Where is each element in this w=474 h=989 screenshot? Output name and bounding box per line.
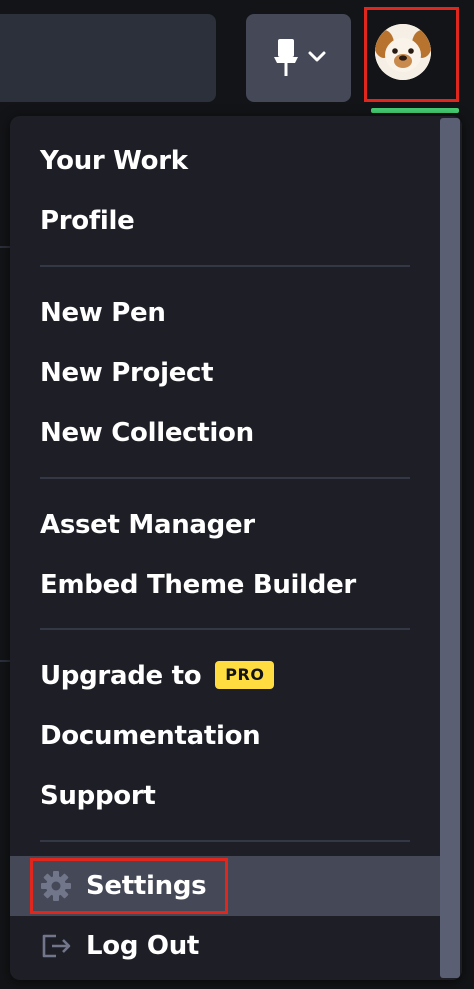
pin-icon (271, 35, 301, 81)
avatar[interactable] (375, 24, 431, 80)
menu-item-asset-manager[interactable]: Asset Manager (40, 502, 255, 548)
avatar-highlight (364, 7, 459, 102)
menu-item-upgrade[interactable]: Upgrade to PRO (40, 653, 275, 699)
menu-item-embed-theme-builder[interactable]: Embed Theme Builder (40, 562, 356, 608)
menu-divider (40, 265, 410, 267)
gear-icon (40, 870, 72, 902)
logout-icon (40, 930, 72, 962)
menu-item-your-work[interactable]: Your Work (40, 138, 188, 184)
menu-item-profile[interactable]: Profile (40, 198, 135, 244)
menu-item-new-collection[interactable]: New Collection (40, 410, 254, 456)
menu-item-new-pen[interactable]: New Pen (40, 290, 166, 336)
scrollbar-thumb[interactable] (440, 118, 460, 978)
menu-item-documentation[interactable]: Documentation (40, 713, 261, 759)
dog-avatar (375, 24, 431, 80)
menu-divider (40, 840, 410, 842)
pinned-items-button[interactable] (246, 14, 351, 102)
upgrade-label: Upgrade to (40, 661, 202, 691)
menu-divider (40, 628, 410, 630)
pro-badge: PRO (215, 661, 275, 689)
menu-divider (40, 477, 410, 479)
menu-item-support[interactable]: Support (40, 773, 156, 819)
menu-item-log-out[interactable]: Log Out (86, 923, 199, 969)
search-box[interactable] (0, 14, 216, 102)
menu-item-new-project[interactable]: New Project (40, 350, 214, 396)
online-status-bar (371, 108, 459, 113)
scrollbar-track[interactable] (440, 116, 462, 980)
settings-label[interactable]: Settings (86, 863, 207, 909)
chevron-down-icon (307, 49, 327, 68)
user-dropdown-menu: Your Work Profile New Pen New Project Ne… (10, 116, 462, 980)
